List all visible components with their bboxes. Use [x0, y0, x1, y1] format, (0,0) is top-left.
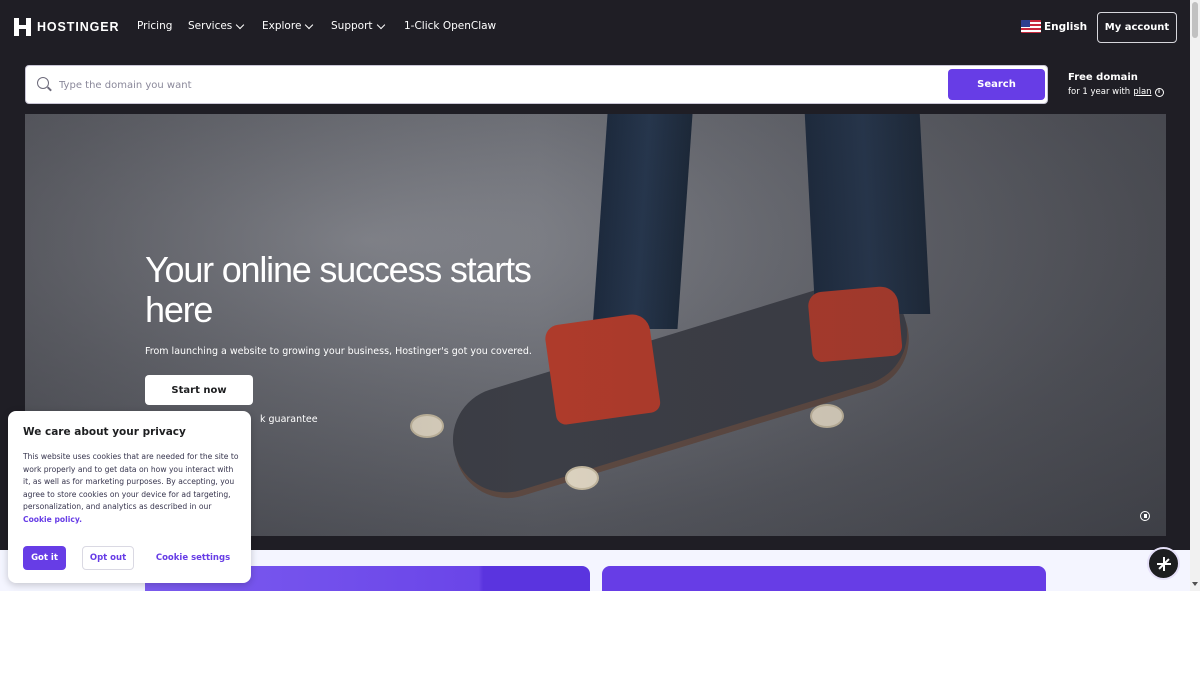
pause-icon[interactable]	[1140, 511, 1150, 521]
guarantee-label: k guarantee	[260, 414, 318, 425]
free-domain-text: for 1 year with	[1068, 87, 1131, 97]
free-domain-promo: Free domain for 1 year with plan i	[1068, 72, 1164, 97]
hero-subtitle: From launching a website to growing your…	[145, 346, 532, 357]
scroll-down-arrow-icon[interactable]	[1192, 582, 1198, 586]
page-viewport: HOSTINGER Pricing Services Explore Suppo…	[0, 0, 1190, 591]
nav-item-openclaw[interactable]: 1-Click OpenClaw	[404, 20, 496, 32]
domain-search-input[interactable]	[59, 74, 939, 96]
brand-name: HOSTINGER	[37, 20, 120, 34]
info-icon[interactable]: i	[1154, 87, 1164, 97]
chevron-down-icon	[376, 20, 385, 29]
got-it-button[interactable]: Got it	[23, 546, 66, 570]
nav-item-services[interactable]: Services	[188, 20, 245, 32]
language-label: English	[1044, 20, 1088, 33]
cookie-title: We care about your privacy	[23, 426, 186, 438]
start-now-button[interactable]: Start now	[145, 375, 253, 405]
ai-assistant-button[interactable]	[1147, 547, 1180, 580]
nav-item-support[interactable]: Support	[331, 20, 385, 32]
cookie-body: This website uses cookies that are neede…	[23, 451, 239, 526]
ai-assistant-icon	[1156, 556, 1171, 571]
nav-item-label: Services	[188, 20, 233, 32]
brand-logo[interactable]: HOSTINGER	[14, 18, 119, 36]
language-selector[interactable]: English	[1021, 20, 1087, 33]
chevron-down-icon	[305, 20, 314, 29]
search-button[interactable]: Search	[948, 69, 1045, 100]
chevron-down-icon	[236, 20, 245, 29]
blank-area	[0, 591, 1200, 675]
cookie-consent-panel: We care about your privacy This website …	[8, 411, 251, 583]
nav-item-label: 1-Click OpenClaw	[404, 20, 497, 32]
cookie-body-text: This website uses cookies that are neede…	[23, 452, 239, 511]
nav-item-pricing[interactable]: Pricing	[137, 20, 172, 32]
cookie-settings-button[interactable]: Cookie settings	[153, 546, 233, 570]
hostinger-logo-icon	[14, 18, 31, 36]
us-flag-icon	[1021, 20, 1041, 33]
scrollbar-thumb[interactable]	[1192, 2, 1198, 38]
promo-card	[602, 566, 1046, 591]
nav-item-label: Explore	[262, 20, 302, 32]
opt-out-button[interactable]: Opt out	[82, 546, 134, 570]
cookie-policy-link[interactable]: Cookie policy.	[23, 515, 82, 524]
hero-title: Your online success starts here	[145, 249, 532, 330]
vertical-scrollbar[interactable]	[1190, 0, 1200, 591]
my-account-button[interactable]: My account	[1097, 12, 1177, 43]
top-navigation: HOSTINGER Pricing Services Explore Suppo…	[0, 0, 1190, 54]
free-domain-title: Free domain	[1068, 72, 1138, 83]
plan-link[interactable]: plan	[1133, 87, 1151, 97]
search-icon	[37, 77, 49, 89]
domain-search-bar: Search	[25, 65, 1048, 104]
free-domain-subtitle: for 1 year with plan i	[1068, 87, 1164, 97]
nav-item-explore[interactable]: Explore	[262, 20, 314, 32]
nav-item-label: Support	[331, 20, 373, 32]
nav-item-label: Pricing	[137, 20, 173, 32]
